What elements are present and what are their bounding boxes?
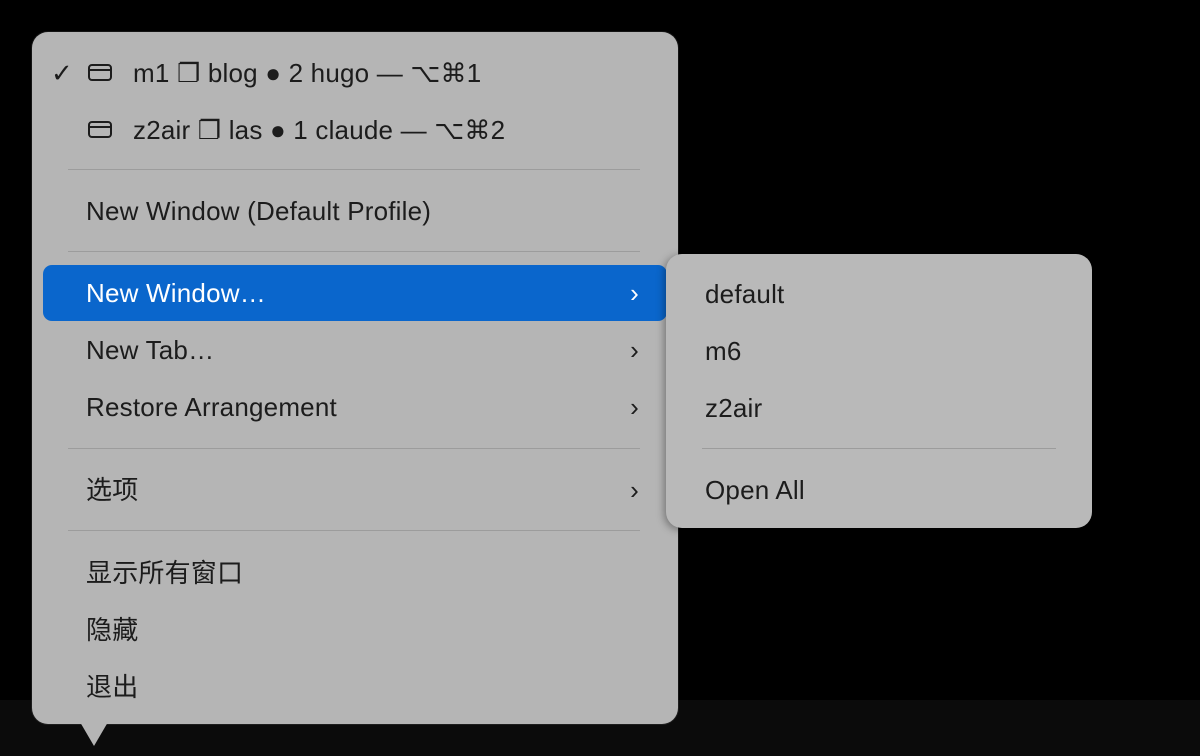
menu-item-hide[interactable]: 隐藏 bbox=[43, 602, 667, 658]
submenu-item-profile-z2air[interactable]: z2air bbox=[666, 380, 1092, 436]
menu-item-label: New Window… bbox=[86, 278, 266, 308]
menu-item-label: New Window (Default Profile) bbox=[86, 196, 432, 226]
dock-context-menu: ✓ m1 ❐ blog ● 2 hugo — ⌥⌘1 z2air ❐ las ●… bbox=[32, 32, 678, 724]
menu-item-show-all-windows[interactable]: 显示所有窗口 bbox=[43, 545, 667, 601]
menu-item-label: 显示所有窗口 bbox=[86, 558, 244, 588]
window-icon bbox=[88, 64, 112, 81]
chevron-right-icon: › bbox=[630, 475, 639, 505]
submenu-item-profile-default[interactable]: default bbox=[666, 266, 1092, 322]
menu-separator bbox=[68, 448, 640, 449]
menu-item-restore-arrangement[interactable]: Restore Arrangement › bbox=[43, 379, 667, 435]
menu-item-label: default bbox=[705, 279, 785, 309]
chevron-right-icon: › bbox=[630, 278, 639, 308]
menu-item-label: 选项 bbox=[86, 475, 139, 505]
menu-item-new-window-default-profile[interactable]: New Window (Default Profile) bbox=[43, 183, 667, 239]
menu-item-quit[interactable]: 退出 bbox=[43, 659, 667, 715]
menu-item-label: New Tab… bbox=[86, 335, 215, 365]
submenu-item-profile-m6[interactable]: m6 bbox=[666, 323, 1092, 379]
menu-item-label: z2air ❐ las ● 1 claude — ⌥⌘2 bbox=[133, 115, 506, 145]
chevron-right-icon: › bbox=[630, 335, 639, 365]
menu-item-label: m1 ❐ blog ● 2 hugo — ⌥⌘1 bbox=[133, 58, 482, 88]
chevron-right-icon: › bbox=[630, 392, 639, 422]
menu-separator bbox=[68, 169, 640, 170]
menu-item-options[interactable]: 选项 › bbox=[43, 462, 667, 518]
menu-item-label: m6 bbox=[705, 336, 742, 366]
menu-item-label: 退出 bbox=[86, 672, 139, 702]
menu-item-label: Open All bbox=[705, 475, 805, 505]
menu-item-window-z2air[interactable]: z2air ❐ las ● 1 claude — ⌥⌘2 bbox=[43, 102, 667, 158]
menu-pointer-tail bbox=[80, 722, 108, 746]
menu-item-label: z2air bbox=[705, 393, 763, 423]
menu-item-new-window[interactable]: New Window… › bbox=[43, 265, 667, 321]
menu-item-new-tab[interactable]: New Tab… › bbox=[43, 322, 667, 378]
submenu-item-open-all[interactable]: Open All bbox=[666, 462, 1092, 518]
menu-item-label: 隐藏 bbox=[86, 615, 139, 645]
checkmark-icon: ✓ bbox=[51, 58, 73, 88]
menu-item-window-m1[interactable]: ✓ m1 ❐ blog ● 2 hugo — ⌥⌘1 bbox=[43, 45, 667, 101]
menu-separator bbox=[702, 448, 1056, 449]
menu-item-label: Restore Arrangement bbox=[86, 392, 337, 422]
new-window-submenu: default m6 z2air Open All bbox=[666, 254, 1092, 528]
menu-separator bbox=[68, 251, 640, 252]
window-icon bbox=[88, 121, 112, 138]
menu-separator bbox=[68, 530, 640, 531]
